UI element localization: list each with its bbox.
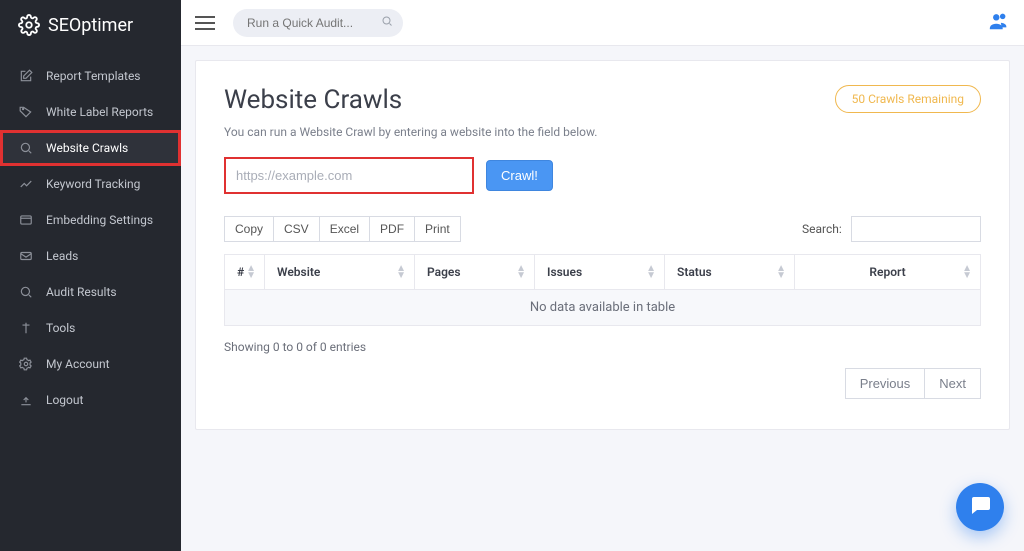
sidebar-item-label: Embedding Settings (46, 213, 153, 227)
sort-icon: ▲▼ (646, 265, 656, 279)
pager-next-button[interactable]: Next (925, 368, 981, 399)
search-icon (381, 15, 393, 31)
export-print-button[interactable]: Print (415, 216, 461, 242)
table-search-input[interactable] (851, 216, 981, 242)
sidebar-item-label: Report Templates (46, 69, 141, 83)
sort-icon: ▲▼ (776, 265, 786, 279)
card-website-crawls: Website Crawls 50 Crawls Remaining You c… (195, 60, 1010, 430)
col-report[interactable]: Report▲▼ (795, 255, 981, 290)
export-copy-button[interactable]: Copy (224, 216, 274, 242)
topbar (181, 0, 1024, 46)
brand-logo[interactable]: SEOptimer (0, 0, 181, 50)
sidebar-item-keyword-tracking[interactable]: Keyword Tracking (0, 166, 181, 202)
sidebar-item-my-account[interactable]: My Account (0, 346, 181, 382)
col-website[interactable]: Website▲▼ (265, 255, 415, 290)
quick-audit-input[interactable] (233, 9, 403, 37)
crawl-url-input[interactable] (224, 157, 474, 194)
sidebar-item-tools[interactable]: Tools (0, 310, 181, 346)
sidebar-item-leads[interactable]: Leads (0, 238, 181, 274)
sidebar-nav: Report Templates White Label Reports Web… (0, 50, 181, 418)
table-no-data: No data available in table (224, 290, 981, 326)
chat-launcher[interactable] (956, 483, 1004, 531)
sidebar-item-label: Tools (46, 321, 75, 335)
edit-icon (18, 68, 34, 84)
search-icon (18, 284, 34, 300)
sidebar-item-label: Leads (46, 249, 78, 263)
crawls-remaining-badge: 50 Crawls Remaining (835, 85, 981, 113)
search-icon (18, 140, 34, 156)
sidebar-item-label: Audit Results (46, 285, 117, 299)
export-csv-button[interactable]: CSV (274, 216, 320, 242)
brand-name: SEOptimer (48, 15, 133, 36)
menu-toggle-icon[interactable] (195, 16, 215, 30)
embed-icon (18, 212, 34, 228)
sidebar-item-label: Website Crawls (46, 141, 128, 155)
chat-icon (968, 493, 992, 521)
page-title: Website Crawls (224, 85, 402, 115)
sidebar-item-label: White Label Reports (46, 105, 153, 119)
sort-icon: ▲▼ (516, 265, 526, 279)
sort-icon: ▲▼ (246, 265, 256, 279)
sidebar-item-label: Logout (46, 393, 83, 407)
mail-icon (18, 248, 34, 264)
page-subtitle: You can run a Website Crawl by entering … (224, 125, 981, 139)
sidebar-item-white-label[interactable]: White Label Reports (0, 94, 181, 130)
main-area: Website Crawls 50 Crawls Remaining You c… (181, 0, 1024, 551)
users-icon[interactable] (988, 10, 1010, 36)
sidebar-item-website-crawls[interactable]: Website Crawls (0, 130, 181, 166)
sort-icon: ▲▼ (396, 265, 406, 279)
sidebar-item-embedding[interactable]: Embedding Settings (0, 202, 181, 238)
table-search-label: Search: (802, 222, 842, 236)
sidebar-item-label: My Account (46, 357, 110, 371)
col-num[interactable]: #▲▼ (225, 255, 265, 290)
export-excel-button[interactable]: Excel (320, 216, 370, 242)
audit-search-wrap (233, 9, 403, 37)
col-issues[interactable]: Issues▲▼ (535, 255, 665, 290)
logout-icon (18, 392, 34, 408)
sidebar-item-logout[interactable]: Logout (0, 382, 181, 418)
table-showing-text: Showing 0 to 0 of 0 entries (224, 340, 981, 354)
gear-icon (18, 356, 34, 372)
sort-icon: ▲▼ (962, 265, 972, 279)
export-button-group: Copy CSV Excel PDF Print (224, 216, 461, 242)
tools-icon (18, 320, 34, 336)
sidebar-item-report-templates[interactable]: Report Templates (0, 58, 181, 94)
col-status[interactable]: Status▲▼ (665, 255, 795, 290)
pager-previous-button[interactable]: Previous (845, 368, 926, 399)
crawls-table: #▲▼ Website▲▼ Pages▲▼ Issues▲▼ Status▲▼ … (224, 254, 981, 290)
tag-icon (18, 104, 34, 120)
crawl-button[interactable]: Crawl! (486, 160, 553, 191)
export-pdf-button[interactable]: PDF (370, 216, 415, 242)
sidebar: SEOptimer Report Templates White Label R… (0, 0, 181, 551)
logo-gear-icon (18, 14, 40, 36)
col-pages[interactable]: Pages▲▼ (415, 255, 535, 290)
content: Website Crawls 50 Crawls Remaining You c… (181, 46, 1024, 551)
sidebar-item-label: Keyword Tracking (46, 177, 140, 191)
pagination: Previous Next (224, 368, 981, 399)
chart-icon (18, 176, 34, 192)
sidebar-item-audit-results[interactable]: Audit Results (0, 274, 181, 310)
